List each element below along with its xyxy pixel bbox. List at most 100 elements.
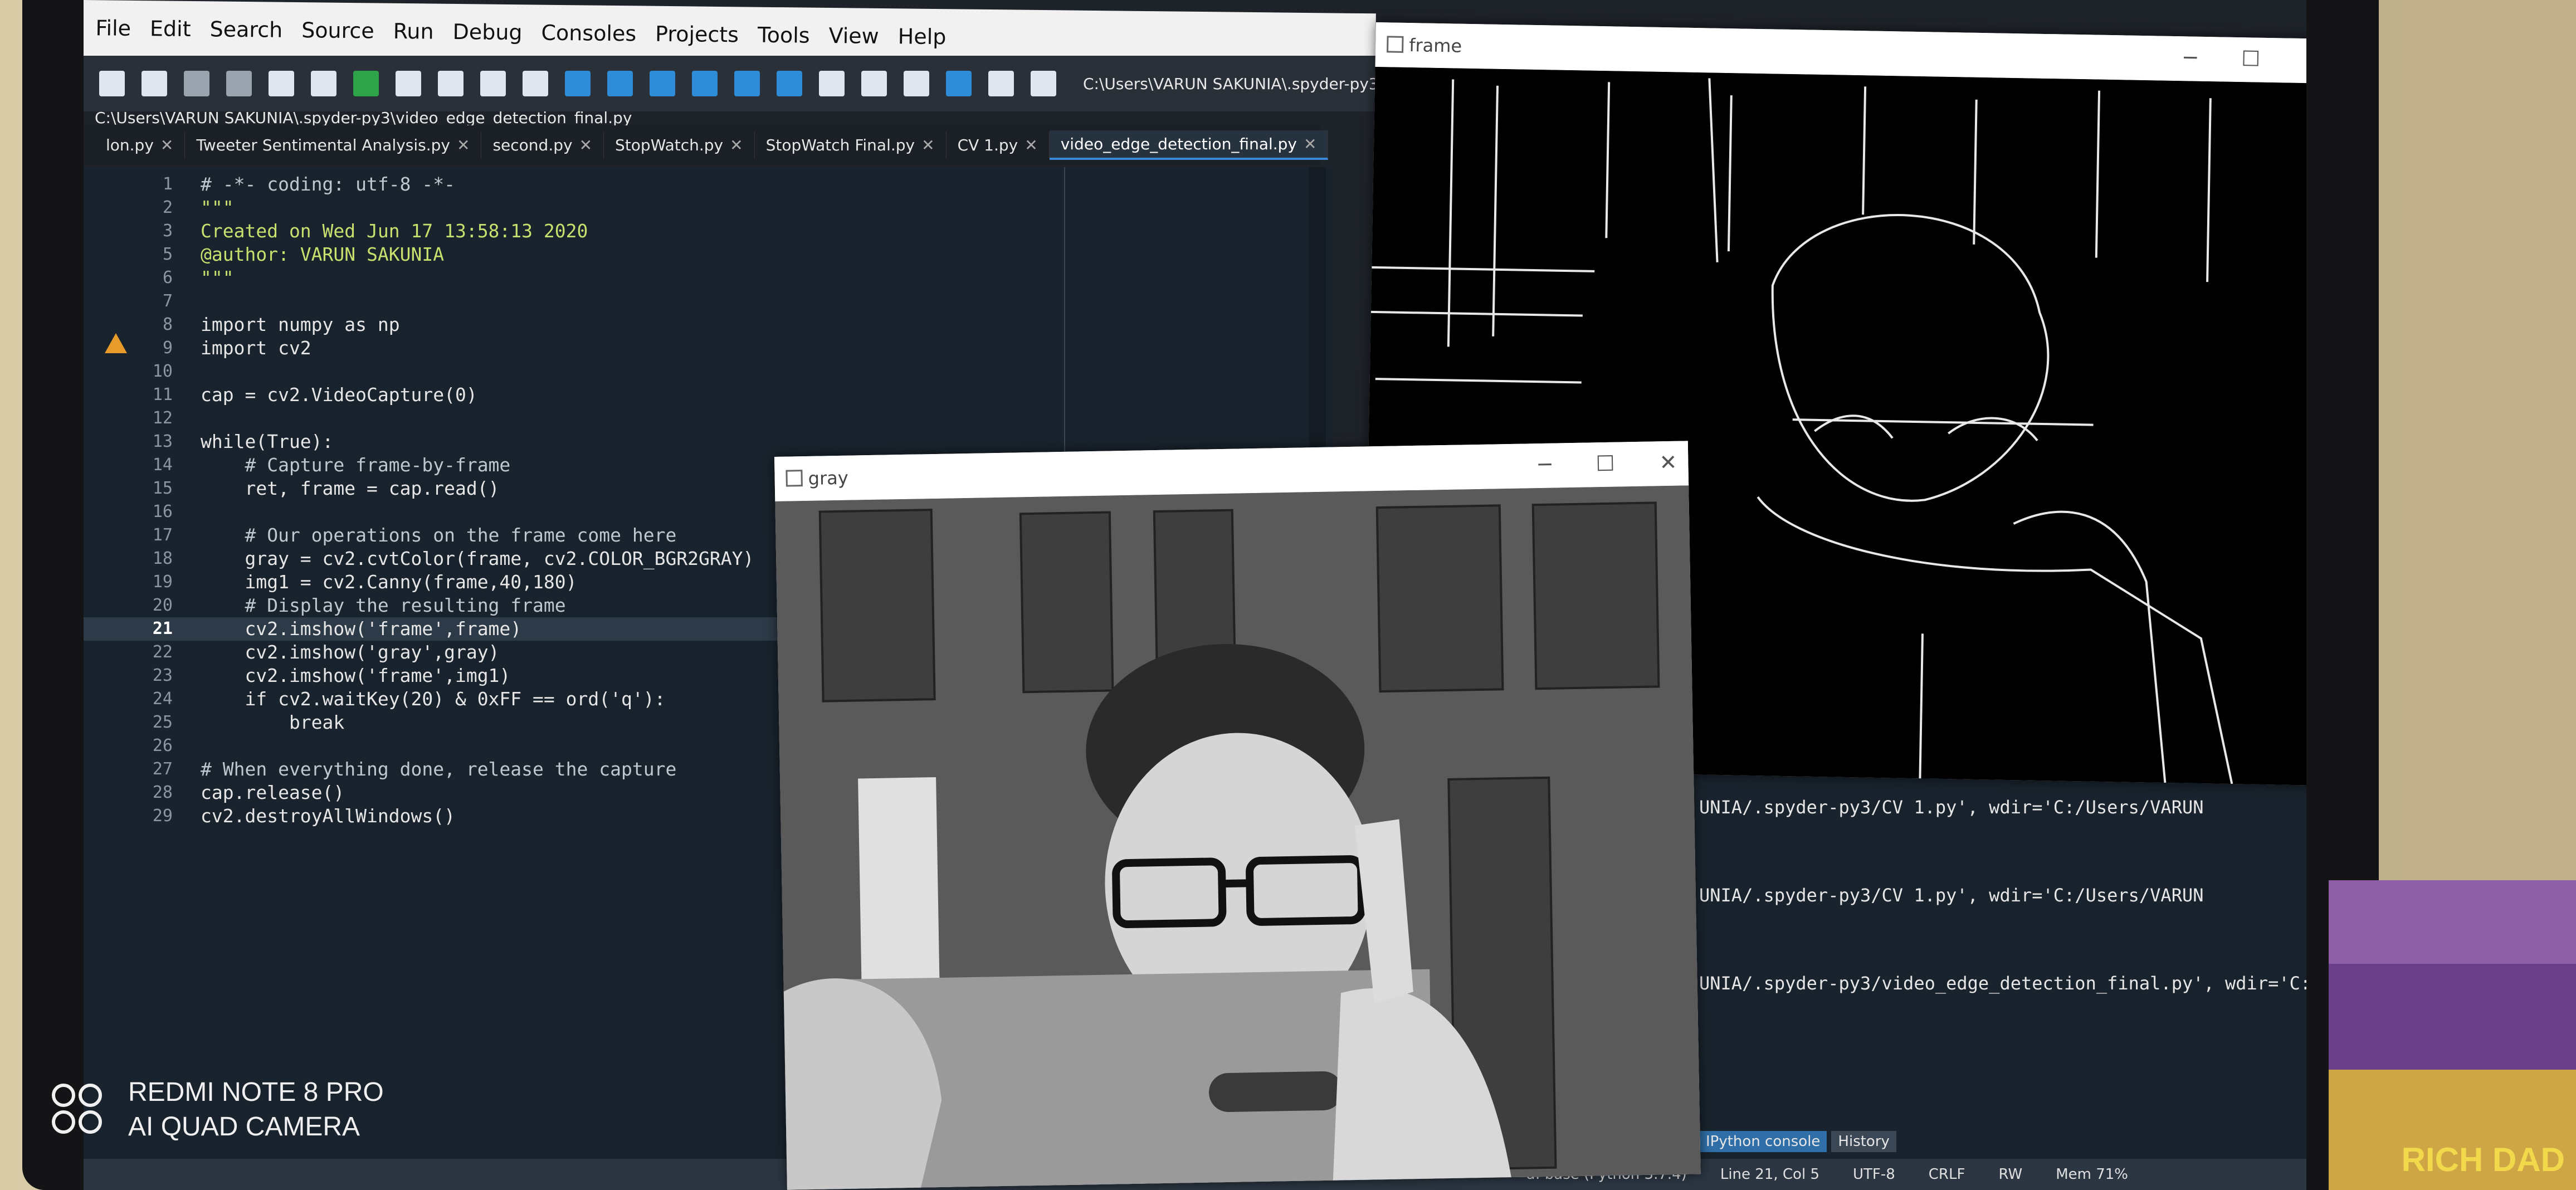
menu-view[interactable]: View (828, 23, 879, 48)
run-cell-icon[interactable] (396, 71, 421, 96)
tab-ipython-console[interactable]: IPython console (1699, 1131, 1827, 1152)
code-text: cv2.destroyAllWindows() (201, 805, 455, 827)
book (2329, 964, 2576, 1070)
at-icon[interactable] (311, 71, 336, 96)
tab-video-edge-detection[interactable]: video_edge_detection_final.py ✕ (1049, 130, 1329, 160)
line-number: 12 (152, 408, 173, 428)
line-number: 17 (152, 525, 173, 545)
gray-window[interactable]: gray ─ ☐ ✕ (774, 441, 1701, 1190)
menu-source[interactable]: Source (301, 18, 374, 43)
step-return-icon[interactable] (692, 71, 718, 96)
back-arrow-icon[interactable] (988, 71, 1014, 96)
code-line[interactable]: 12 (84, 407, 1331, 430)
code-text: # When everything done, release the capt… (201, 758, 677, 780)
stop-icon[interactable] (777, 71, 802, 96)
code-line[interactable]: 1 # -*- coding: utf-8 -*- (84, 173, 1331, 196)
line-number: 13 (152, 432, 173, 451)
wrench-icon[interactable] (904, 71, 929, 96)
continue-icon[interactable] (734, 71, 760, 96)
python-path-icon[interactable] (946, 71, 972, 96)
close-icon[interactable]: ✕ (1024, 136, 1037, 154)
minimize-icon[interactable]: ─ (2184, 45, 2197, 70)
tab-stopwatch-final[interactable]: StopWatch Final.py ✕ (755, 131, 947, 159)
maximize-icon[interactable]: ☐ (1596, 451, 1615, 476)
code-text: cap.release() (201, 782, 345, 803)
close-icon[interactable]: ✕ (1304, 135, 1316, 153)
tab-lon[interactable]: lon.py ✕ (95, 131, 186, 159)
status-encoding: UTF-8 (1852, 1166, 1895, 1183)
grayscale-webcam-image (775, 485, 1701, 1190)
code-text: cv2.imshow('gray',gray) (201, 641, 500, 663)
menu-tools[interactable]: Tools (758, 23, 810, 48)
line-number: 6 (162, 268, 173, 287)
code-text: cv2.imshow('frame',img1) (201, 665, 511, 686)
code-text: import cv2 (201, 337, 311, 359)
code-text: """ (201, 267, 234, 289)
menu-help[interactable]: Help (898, 24, 947, 49)
line-number: 7 (162, 291, 173, 311)
tab-label: StopWatch.py (615, 135, 724, 154)
code-text: gray = cv2.cvtColor(frame, cv2.COLOR_BGR… (201, 548, 754, 569)
tab-second[interactable]: second.py ✕ (481, 131, 604, 159)
code-line[interactable]: 5 @author: VARUN SAKUNIA (84, 243, 1331, 266)
line-number: 8 (162, 315, 173, 334)
tab-tweeter[interactable]: Tweeter Sentimental Analysis.py ✕ (185, 131, 482, 159)
close-icon[interactable]: ✕ (730, 136, 743, 154)
working-directory-path[interactable]: C:\Users\VARUN SAKUNIA\.spyder-py3 (1083, 75, 1379, 93)
line-number: 2 (162, 198, 173, 217)
line-number: 11 (152, 385, 173, 404)
code-line[interactable]: 6 """ (84, 266, 1331, 290)
code-line[interactable]: 7 (84, 290, 1331, 313)
run-icon[interactable] (353, 71, 379, 96)
editor-tabs: lon.py ✕ Tweeter Sentimental Analysis.py ✕… (84, 125, 1329, 164)
close-icon[interactable]: ✕ (579, 136, 592, 154)
code-line[interactable]: 9 import cv2 (84, 336, 1331, 360)
save-all-icon[interactable] (226, 71, 252, 96)
door-light (858, 777, 940, 1013)
list-icon[interactable] (269, 71, 294, 96)
code-line[interactable]: 11 cap = cv2.VideoCapture(0) (84, 383, 1331, 407)
camera-logo-icon (52, 1084, 102, 1134)
debug-icon[interactable] (565, 71, 591, 96)
run-cell-advance-icon[interactable] (438, 71, 464, 96)
menu-file[interactable]: File (95, 16, 131, 41)
open-folder-icon[interactable] (142, 71, 167, 96)
code-line[interactable]: 3 Created on Wed Jun 17 13:58:13 2020 (84, 220, 1331, 243)
minimize-icon[interactable]: ─ (1538, 452, 1552, 477)
code-line[interactable]: 10 (84, 360, 1331, 383)
tab-stopwatch[interactable]: StopWatch.py ✕ (604, 131, 755, 159)
line-number: 24 (152, 689, 173, 709)
line-number: 19 (152, 572, 173, 592)
menu-consoles[interactable]: Consoles (541, 21, 636, 46)
close-icon[interactable]: ✕ (457, 136, 470, 154)
maximize-icon[interactable]: ☐ (2241, 46, 2261, 71)
step-into-icon[interactable] (650, 71, 675, 96)
book: RICH DAD (2329, 1070, 2576, 1190)
line-number: 14 (152, 455, 173, 475)
close-icon[interactable]: ✕ (1659, 450, 1677, 475)
laptop-screen: File Edit Search Source Run Debug Consol… (84, 0, 2306, 1190)
rerun-icon[interactable] (523, 71, 548, 96)
code-text: ret, frame = cap.read() (201, 477, 500, 499)
code-text: import numpy as np (201, 314, 400, 335)
editor-file-path: C:\Users\VARUN SAKUNIA\.spyder-py3\video… (95, 109, 632, 127)
save-icon[interactable] (184, 71, 209, 96)
run-selection-icon[interactable] (480, 71, 506, 96)
fullscreen-icon[interactable] (861, 71, 887, 96)
menu-run[interactable]: Run (393, 19, 433, 44)
tab-cv1[interactable]: CV 1.py ✕ (947, 131, 1050, 159)
maximize-pane-icon[interactable] (819, 71, 845, 96)
menu-edit[interactable]: Edit (150, 16, 191, 41)
code-line[interactable]: 8 import numpy as np (84, 313, 1331, 336)
forward-arrow-icon[interactable] (1031, 71, 1056, 96)
menu-debug[interactable]: Debug (452, 19, 522, 45)
menu-projects[interactable]: Projects (655, 22, 739, 47)
close-icon[interactable]: ✕ (921, 136, 934, 154)
new-file-icon[interactable] (99, 71, 125, 96)
step-icon[interactable] (607, 71, 633, 96)
code-line[interactable]: 2 """ (84, 196, 1331, 220)
menu-search[interactable]: Search (209, 17, 282, 42)
close-icon[interactable]: ✕ (160, 136, 173, 154)
tab-history[interactable]: History (1831, 1131, 1896, 1152)
close-icon[interactable]: ✕ (2305, 47, 2306, 72)
